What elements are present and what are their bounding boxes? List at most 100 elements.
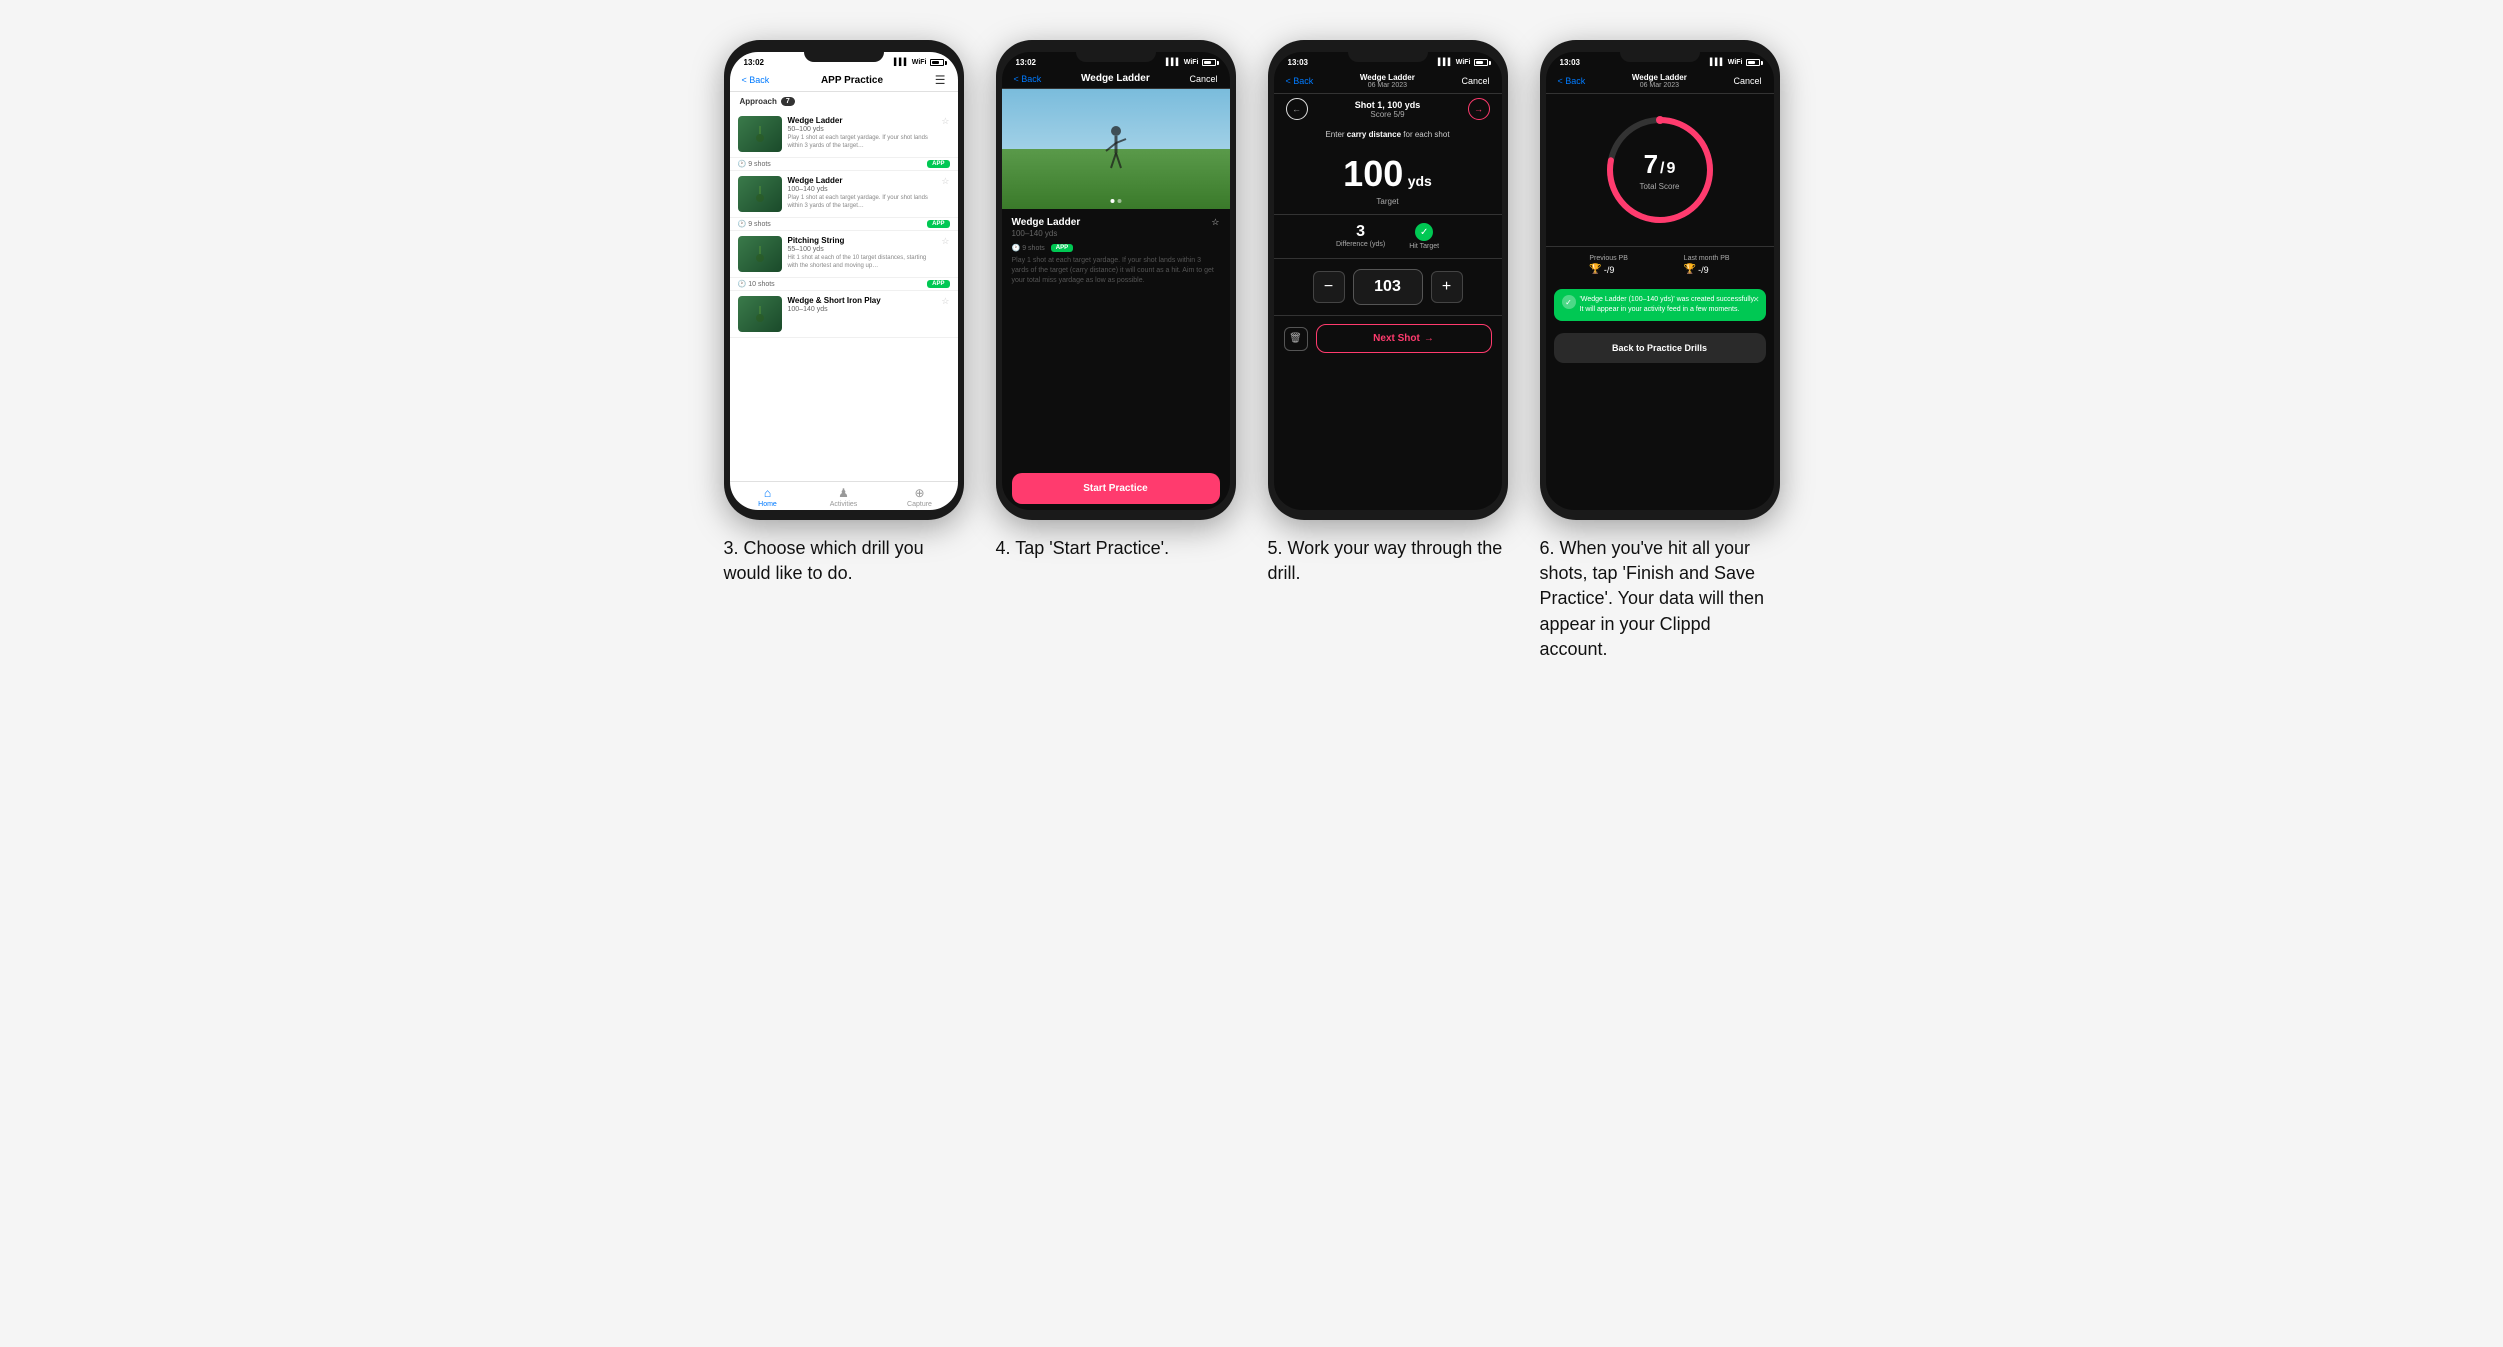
drill-range-1: 50–100 yds [788, 126, 936, 133]
toast-text: 'Wedge Ladder (100–140 yds)' was created… [1580, 295, 1758, 315]
signal-icon-1: ▌▌▌ [894, 59, 909, 66]
caption-4: 6. When you've hit all your shots, tap '… [1540, 536, 1780, 662]
difference-label: Difference (yds) [1336, 241, 1385, 248]
capture-icon: ⊕ [914, 486, 924, 500]
hamburger-icon-1[interactable]: ☰ [935, 73, 946, 87]
phone-section-2: 13:02 ▌▌▌ WiFi < Back Wedge Ladder Cance… [996, 40, 1236, 561]
nav-back-3[interactable]: < Back [1286, 76, 1314, 86]
wifi-icon-1: WiFi [912, 59, 927, 66]
nav-subtitle-4: 06 Mar 2023 [1632, 82, 1687, 89]
bottom-nav-activities[interactable]: ♟ Activities [806, 486, 882, 508]
nav-bar-2: < Back Wedge Ladder Cancel [1002, 69, 1230, 89]
drill-thumb-img-4 [738, 296, 782, 332]
hero-dot-2 [1117, 199, 1121, 203]
next-shot-arrow-icon: → [1424, 333, 1434, 344]
nav-bar-3: < Back Wedge Ladder 06 Mar 2023 Cancel [1274, 69, 1502, 94]
drill-detail-body: Wedge Ladder 100–140 yds ☆ 🕐 9 shots APP… [1002, 209, 1230, 467]
app-badge-1: APP [927, 160, 949, 168]
nav-title-2: Wedge Ladder [1081, 73, 1150, 84]
phone-4: 13:03 ▌▌▌ WiFi < Back Wedge Ladder 06 Ma… [1540, 40, 1780, 520]
phone-screen-2: 13:02 ▌▌▌ WiFi < Back Wedge Ladder Cance… [1002, 52, 1230, 510]
distance-input[interactable]: 103 [1353, 269, 1423, 305]
score-circle-inner: 7 / 9 Total Score [1639, 149, 1679, 191]
score-separator: / [1660, 160, 1664, 178]
hero-dot-1 [1110, 199, 1114, 203]
drill-detail-badge: APP [1051, 244, 1073, 252]
drill-star-3[interactable]: ☆ [941, 236, 949, 247]
toast-close-button[interactable]: ✕ [1753, 295, 1760, 304]
last-month-pb-label: Last month PB [1684, 255, 1730, 262]
drill-info-4: Wedge & Short Iron Play 100–140 yds [788, 296, 936, 315]
drill-star-2[interactable]: ☆ [941, 176, 949, 187]
status-time-2: 13:02 [1016, 58, 1036, 67]
status-time-3: 13:03 [1288, 58, 1308, 67]
score-denominator: 9 [1667, 160, 1676, 178]
phone-screen-1: 13:02 ▌▌▌ WiFi < Back APP Practice ☰ App… [730, 52, 958, 510]
nav-cancel-2[interactable]: Cancel [1189, 74, 1217, 84]
clock-icon-1: 🕐 [738, 160, 747, 168]
battery-icon-1 [930, 59, 944, 66]
phone-notch-3 [1348, 52, 1428, 62]
caption-2: 4. Tap 'Start Practice'. [996, 536, 1170, 561]
nav-title-1: APP Practice [821, 75, 883, 86]
signal-icon-4: ▌▌▌ [1710, 59, 1725, 66]
next-shot-arrow-button[interactable]: → [1468, 98, 1490, 120]
nav-subtitle-3: 06 Mar 2023 [1360, 82, 1415, 89]
carry-bold: carry distance [1347, 130, 1401, 139]
nav-bar-4: < Back Wedge Ladder 06 Mar 2023 Cancel [1546, 69, 1774, 94]
drill-info-3: Pitching String 55–100 yds Hit 1 shot at… [788, 236, 936, 271]
shots-clock-icon: 🕐 [1012, 244, 1021, 252]
phone-notch-2 [1076, 52, 1156, 62]
bottom-nav-home[interactable]: ⌂ Home [730, 486, 806, 508]
previous-pb: Previous PB 🏆 -/9 [1589, 255, 1628, 275]
drill-thumb-img-2 [738, 176, 782, 212]
hero-dots [1110, 199, 1121, 203]
clock-icon-3: 🕐 [738, 280, 747, 288]
status-icons-3: ▌▌▌ WiFi [1438, 59, 1488, 66]
nav-back-2[interactable]: < Back [1014, 74, 1042, 84]
decrement-button[interactable]: − [1313, 271, 1345, 303]
section-badge-1: 7 [781, 97, 795, 106]
list-item[interactable]: Pitching String 55–100 yds Hit 1 shot at… [730, 231, 958, 278]
increment-button[interactable]: + [1431, 271, 1463, 303]
prev-shot-button[interactable]: ← [1286, 98, 1308, 120]
status-time-4: 13:03 [1560, 58, 1580, 67]
nav-cancel-4[interactable]: Cancel [1733, 76, 1761, 86]
back-to-drills-button[interactable]: Back to Practice Drills [1554, 333, 1766, 363]
target-yds: 100 [1343, 153, 1403, 194]
shot-score: Score 5/9 [1355, 110, 1421, 119]
delete-shot-button[interactable]: 🗑 [1284, 327, 1308, 351]
drill-star-1[interactable]: ☆ [941, 116, 949, 127]
shot-title: Shot 1, 100 yds [1355, 100, 1421, 110]
list-item[interactable]: Wedge Ladder 100–140 yds Play 1 shot at … [730, 171, 958, 218]
carry-instruction: Enter carry distance for each shot [1274, 124, 1502, 145]
start-practice-button[interactable]: Start Practice [1012, 473, 1220, 504]
nav-title-3: Wedge Ladder [1360, 73, 1415, 82]
drill-detail-header: Wedge Ladder 100–140 yds ☆ [1012, 217, 1220, 240]
next-shot-button[interactable]: Next Shot → [1316, 324, 1492, 353]
shots-label-1: 🕐 9 shots [738, 160, 771, 168]
list-item[interactable]: Wedge & Short Iron Play 100–140 yds ☆ [730, 291, 958, 338]
capture-label: Capture [907, 501, 932, 508]
drill-star-4[interactable]: ☆ [941, 296, 949, 307]
drill-footer-1: 🕐 9 shots APP [730, 158, 958, 171]
shot-nav: ← Shot 1, 100 yds Score 5/9 → [1274, 94, 1502, 124]
status-icons-2: ▌▌▌ WiFi [1166, 59, 1216, 66]
nav-back-1[interactable]: < Back [742, 75, 770, 85]
pb-row: Previous PB 🏆 -/9 Last month PB 🏆 -/9 [1546, 246, 1774, 283]
list-item[interactable]: Wedge Ladder 50–100 yds Play 1 shot at e… [730, 111, 958, 158]
drill-detail-star[interactable]: ☆ [1211, 217, 1219, 228]
drill-list-1: Wedge Ladder 50–100 yds Play 1 shot at e… [730, 111, 958, 481]
nav-cancel-3[interactable]: Cancel [1461, 76, 1489, 86]
drill-range-2: 100–140 yds [788, 186, 936, 193]
shot-title-block: Shot 1, 100 yds Score 5/9 [1355, 100, 1421, 119]
battery-icon-2 [1202, 59, 1216, 66]
bottom-nav-capture[interactable]: ⊕ Capture [882, 486, 958, 508]
section-header-1: Approach 7 [730, 92, 958, 111]
app-badge-3: APP [927, 280, 949, 288]
toast-check-icon: ✓ [1562, 295, 1576, 309]
phone-notch-4 [1620, 52, 1700, 62]
wifi-icon-4: WiFi [1728, 59, 1743, 66]
nav-back-4[interactable]: < Back [1558, 76, 1586, 86]
status-time-1: 13:02 [744, 58, 764, 67]
